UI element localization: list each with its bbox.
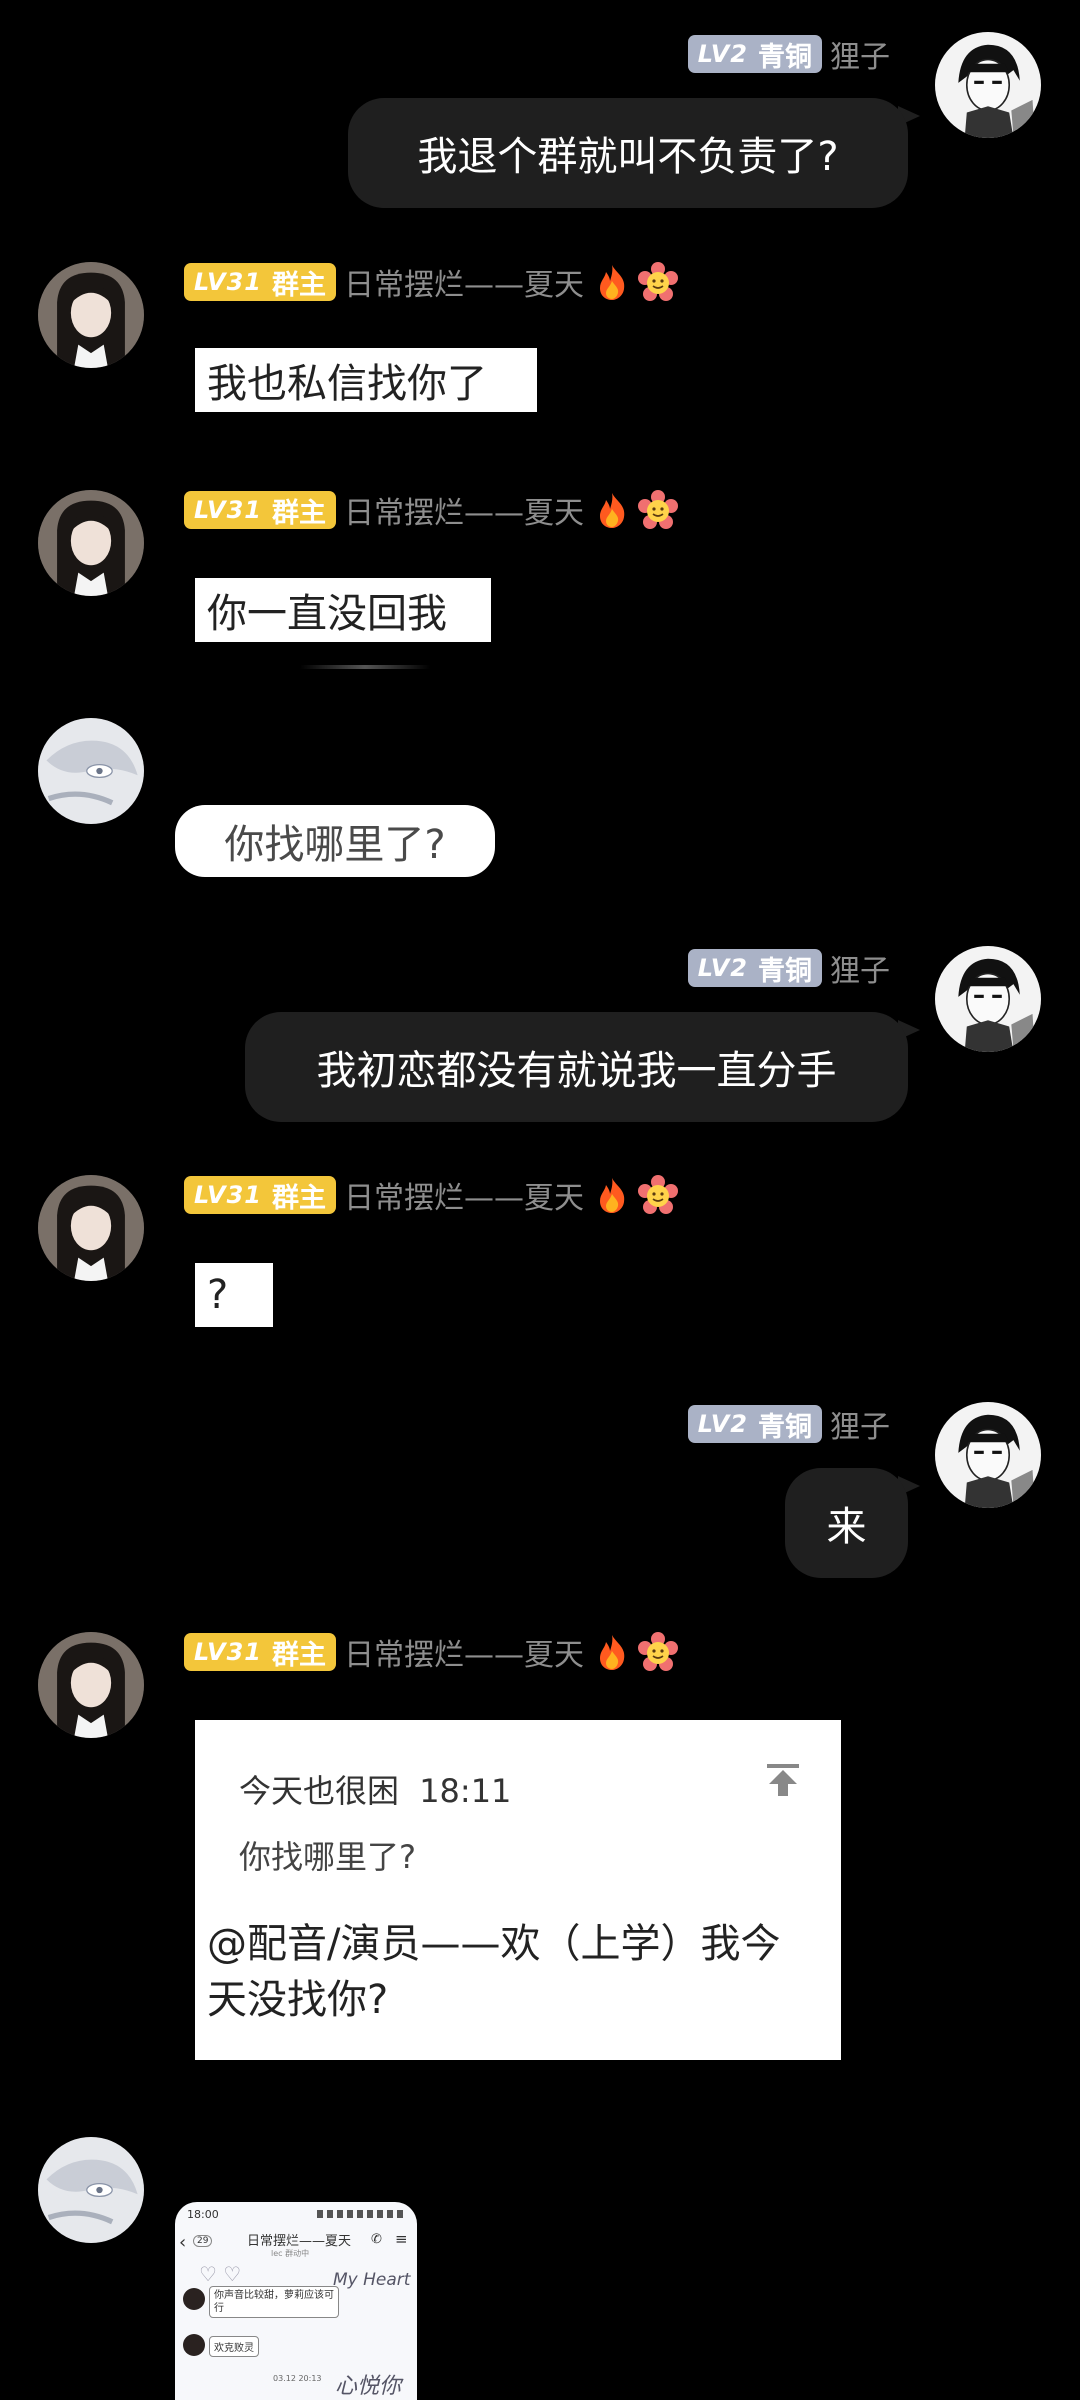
owner-avatar[interactable] — [38, 1632, 144, 1738]
thumb-chat-subtitle: lec 群动中 — [271, 2249, 310, 2258]
owner-avatar[interactable] — [38, 1175, 144, 1281]
level-role: 群主 — [271, 1182, 326, 1214]
message-bubble[interactable]: ? — [195, 1263, 273, 1327]
quoted-text: 你找哪里了? — [239, 1838, 416, 1876]
thumb-call-icon: ✆ — [371, 2232, 382, 2247]
fire-emoji-icon — [599, 493, 625, 528]
owner-avatar[interactable] — [38, 490, 144, 596]
sender-name: 日常摆烂——夏天 — [343, 1638, 584, 1673]
self-avatar[interactable] — [935, 32, 1041, 138]
message-text: 我也私信找你了 — [207, 361, 487, 407]
level-text: LV31 — [194, 1181, 262, 1209]
thumb-avatar-1 — [183, 2288, 205, 2310]
self-avatar[interactable] — [935, 946, 1041, 1052]
quoted-time: 18:11 — [419, 1772, 512, 1810]
message-header-owner: LV31 群主 日常摆烂——夏天 — [184, 490, 678, 531]
message-header-self: LV2 青铜 狸子 — [687, 34, 890, 75]
message-text: 我退个群就叫不负责了? — [417, 134, 839, 180]
level-text: LV2 — [697, 40, 748, 68]
owner-avatar[interactable] — [38, 262, 144, 368]
member-avatar[interactable] — [38, 2137, 144, 2243]
level-badge: LV31 群主 — [184, 1633, 336, 1671]
thumb-menu-icon: ≡ — [395, 2230, 408, 2248]
message-header-self: LV2 青铜 狸子 — [687, 948, 890, 989]
level-role: 群主 — [271, 1639, 326, 1671]
level-role: 青铜 — [758, 1411, 812, 1443]
quoted-author: 今天也很困 — [239, 1772, 400, 1810]
message-bubble[interactable]: 我退个群就叫不负责了? — [348, 98, 908, 208]
level-badge: LV2 青铜 — [687, 1405, 822, 1443]
reply-message-card[interactable]: 今天也很困 18:11 你找哪里了? @配音/演员——欢（上学）我今天没找你? — [195, 1720, 841, 2060]
thumb-avatar-2 — [183, 2334, 205, 2356]
thumb-heart-doodles: ♡ ♡ — [199, 2262, 242, 2286]
level-badge: LV2 青铜 — [687, 949, 822, 987]
sender-name: 狸子 — [830, 40, 890, 75]
flower-emoji-icon — [637, 1175, 678, 1214]
message-text: 我初恋都没有就说我一直分手 — [316, 1048, 837, 1094]
sender-name: 狸子 — [830, 1410, 890, 1445]
thumb-chat-title: 日常摆烂——夏天 — [247, 2234, 352, 2249]
message-bubble[interactable]: 我初恋都没有就说我一直分手 — [245, 1012, 908, 1122]
pin-to-top-icon[interactable] — [763, 1760, 803, 1800]
image-message-screenshot[interactable]: 18:00 ‹ 29 日常摆烂——夏天 lec 群动中 ✆ ≡ My Heart… — [175, 2202, 417, 2400]
divider-shadow — [300, 665, 430, 669]
message-text: 你找哪里了? — [224, 822, 446, 868]
thumb-deco-text: 心悦你 — [335, 2374, 402, 2399]
flower-emoji-icon — [637, 1632, 678, 1671]
message-bubble[interactable]: 你找哪里了? — [175, 805, 495, 877]
level-role: 群主 — [271, 497, 326, 529]
level-badge: LV2 青铜 — [687, 35, 822, 73]
sender-name: 狸子 — [830, 954, 890, 989]
level-badge: LV31 群主 — [184, 491, 336, 529]
level-text: LV31 — [194, 496, 262, 524]
flower-emoji-icon — [637, 262, 678, 301]
message-text: ? — [207, 1272, 229, 1318]
message-bubble[interactable]: 我也私信找你了 — [195, 348, 537, 412]
level-badge: LV31 群主 — [184, 1176, 336, 1214]
thumb-status-time: 18:00 — [187, 2208, 219, 2221]
self-avatar[interactable] — [935, 1402, 1041, 1508]
message-bubble[interactable]: 你一直没回我 — [195, 578, 491, 642]
message-header-self: LV2 青铜 狸子 — [687, 1404, 890, 1445]
thumb-bubble-1: 你声音比较甜，萝莉应该可行 — [209, 2286, 339, 2318]
message-text: 你一直没回我 — [207, 591, 447, 637]
thumb-bubble-2: 欢克败灵 — [209, 2336, 259, 2357]
thumb-back-icon: ‹ — [179, 2232, 187, 2253]
level-text: LV2 — [697, 954, 748, 982]
level-role: 青铜 — [758, 955, 812, 987]
message-header-owner: LV31 群主 日常摆烂——夏天 — [184, 1632, 678, 1673]
thumb-date: 03.12 20:13 — [273, 2374, 322, 2383]
level-role: 群主 — [271, 269, 326, 301]
fire-emoji-icon — [599, 1635, 625, 1670]
fire-emoji-icon — [599, 265, 625, 300]
message-header-owner: LV31 群主 日常摆烂——夏天 — [184, 262, 678, 303]
level-text: LV31 — [194, 1638, 262, 1666]
member-avatar[interactable] — [38, 718, 144, 824]
level-text: LV31 — [194, 268, 262, 296]
flower-emoji-icon — [637, 490, 678, 529]
message-bubble[interactable]: 来 — [785, 1468, 908, 1578]
message-text: 来 — [826, 1504, 867, 1550]
sender-name: 日常摆烂——夏天 — [343, 496, 584, 531]
thumb-status-icons — [317, 2210, 407, 2218]
level-text: LV2 — [697, 1410, 748, 1438]
sender-name: 日常摆烂——夏天 — [343, 268, 584, 303]
reply-body: @配音/演员——欢（上学）我今天没找你? — [207, 1921, 781, 2023]
sender-name: 日常摆烂——夏天 — [343, 1181, 584, 1216]
fire-emoji-icon — [599, 1178, 625, 1213]
quoted-header: 今天也很困 18:11 — [239, 1766, 511, 1812]
thumb-back-count: 29 — [193, 2235, 213, 2247]
level-role: 青铜 — [758, 41, 812, 73]
message-header-owner: LV31 群主 日常摆烂——夏天 — [184, 1175, 678, 1216]
level-badge: LV31 群主 — [184, 263, 336, 301]
thumb-deco-heart: My Heart — [333, 2270, 411, 2290]
